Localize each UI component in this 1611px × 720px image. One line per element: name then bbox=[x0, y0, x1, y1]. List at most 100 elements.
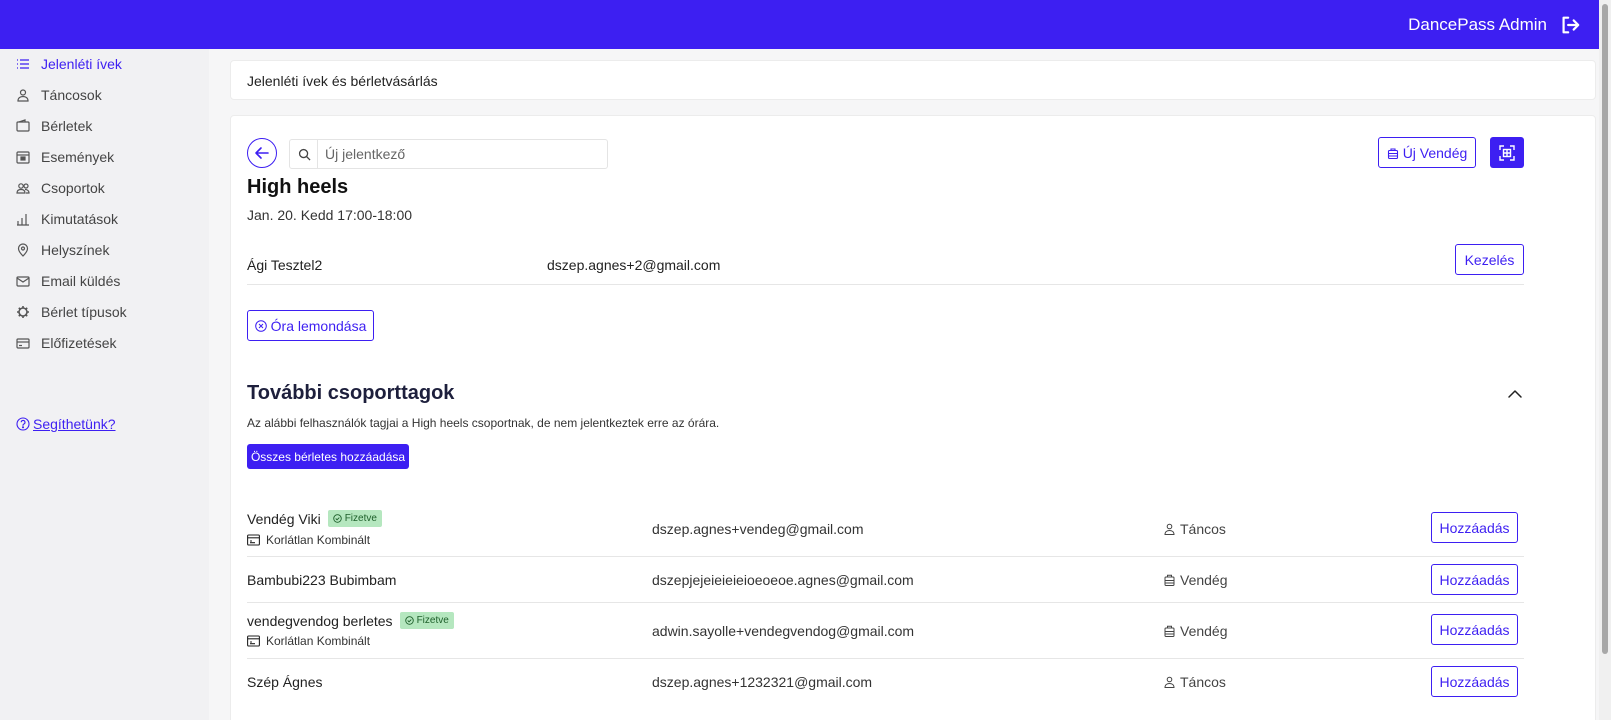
bar-chart-icon bbox=[17, 214, 29, 226]
sidebar-item-locations[interactable]: Helyszínek bbox=[16, 239, 109, 261]
member-pass: Korlátlan Kombinált bbox=[247, 533, 370, 547]
sidebar-item-pass-types[interactable]: Bérlet típusok bbox=[16, 301, 127, 323]
member-name-wrap: vendegvendog berletes Fizetve bbox=[247, 612, 454, 629]
cancel-class-button[interactable]: Óra lemondása bbox=[247, 310, 374, 341]
sidebar-item-email[interactable]: Email küldés bbox=[16, 270, 120, 292]
calendar-event-icon bbox=[16, 151, 30, 164]
attendee-name: Ági Tesztel2 bbox=[247, 257, 323, 273]
section-title: További csoporttagok bbox=[247, 382, 455, 404]
gear-icon bbox=[17, 306, 29, 318]
arrow-left-icon bbox=[255, 147, 269, 159]
class-title: High heels bbox=[247, 176, 349, 198]
user-icon bbox=[1164, 676, 1175, 688]
member-name: Bambubi223 Bubimbam bbox=[247, 572, 397, 588]
check-circle-icon bbox=[404, 616, 414, 625]
sidebar-item-label: Email küldés bbox=[41, 273, 121, 289]
user-icon bbox=[1164, 523, 1175, 535]
member-name: vendegvendog berletes bbox=[247, 612, 393, 629]
qr-scan-button[interactable] bbox=[1490, 137, 1524, 168]
help-link[interactable]: Segíthetünk? bbox=[16, 416, 116, 432]
member-name-wrap: Szép Ágnes bbox=[247, 674, 323, 690]
page-title: Jelenléti ívek és bérletvásárlás bbox=[247, 73, 438, 89]
credit-card-icon bbox=[16, 338, 30, 349]
qr-scan-icon bbox=[1499, 144, 1515, 161]
add-all-pass-holders-button[interactable]: Összes bérletes hozzáadása bbox=[247, 444, 409, 469]
page-scrollbar[interactable] bbox=[1599, 0, 1611, 720]
search-divider bbox=[317, 140, 318, 168]
sidebar-item-passes[interactable]: Bérletek bbox=[16, 115, 92, 137]
member-role-label: Táncos bbox=[1180, 521, 1226, 537]
sidebar-item-label: Előfizetések bbox=[41, 335, 117, 351]
member-role-label: Táncos bbox=[1180, 674, 1226, 690]
member-email: dszepjejeieieieioeoeoe.agnes@gmail.com bbox=[652, 572, 914, 588]
member-name: Vendég Viki bbox=[247, 510, 321, 527]
sidebar-item-label: Kimutatások bbox=[41, 211, 119, 227]
member-role: Vendég bbox=[1164, 623, 1228, 639]
member-pass-name: Korlátlan Kombinált bbox=[266, 634, 371, 648]
member-email: dszep.agnes+vendeg@gmail.com bbox=[652, 521, 864, 537]
search-input[interactable] bbox=[325, 144, 595, 164]
member-name: Szép Ágnes bbox=[247, 674, 323, 690]
logout-icon[interactable] bbox=[1559, 14, 1581, 36]
class-time: Jan. 20. Kedd 17:00-18:00 bbox=[247, 207, 413, 223]
add-member-button[interactable]: Hozzáadás bbox=[1431, 666, 1518, 697]
member-role: Táncos bbox=[1164, 674, 1226, 690]
top-bar: DancePass Admin bbox=[0, 0, 1611, 49]
member-row: vendegvendog berletes Fizetve Korlátlan … bbox=[247, 603, 1524, 659]
add-member-button[interactable]: Hozzáadás bbox=[1431, 564, 1518, 595]
question-circle-icon bbox=[16, 417, 30, 431]
map-pin-icon bbox=[17, 243, 29, 257]
attendee-email: dszep.agnes+2@gmail.com bbox=[547, 257, 721, 273]
member-name-wrap: Bambubi223 Bubimbam bbox=[247, 572, 396, 588]
member-pass-name: Korlátlan Kombinált bbox=[266, 533, 371, 547]
sidebar-item-label: Csoportok bbox=[41, 180, 105, 196]
member-row: Bambubi223 Bubimbam dszepjejeieieieioeoe… bbox=[247, 557, 1524, 603]
manage-button[interactable]: Kezelés bbox=[1455, 244, 1524, 275]
new-guest-label: Új Vendég bbox=[1402, 144, 1468, 161]
sidebar-item-label: Bérlet típusok bbox=[41, 304, 127, 320]
new-guest-button[interactable]: Új Vendég bbox=[1378, 137, 1476, 168]
member-role-label: Vendég bbox=[1180, 623, 1228, 639]
sidebar-item-events[interactable]: Események bbox=[16, 146, 114, 168]
chevron-up-icon[interactable] bbox=[1507, 388, 1523, 400]
bag-icon bbox=[1387, 147, 1398, 159]
member-name-wrap: Vendég Viki Fizetve bbox=[247, 510, 382, 527]
list-icon bbox=[17, 59, 29, 69]
sidebar-item-label: Jelenléti ívek bbox=[41, 56, 122, 72]
sidebar-item-dancers[interactable]: Táncosok bbox=[16, 84, 102, 106]
help-link-label[interactable]: Segíthetünk? bbox=[33, 416, 116, 432]
member-email: dszep.agnes+1232321@gmail.com bbox=[652, 674, 873, 690]
member-row: Szép Ágnes dszep.agnes+1232321@gmail.com… bbox=[247, 659, 1524, 705]
check-circle-icon bbox=[332, 514, 342, 523]
sidebar-item-label: Bérletek bbox=[41, 118, 93, 134]
section-description: Az alábbi felhasználók tagjai a High hee… bbox=[247, 416, 720, 430]
member-pass: Korlátlan Kombinált bbox=[247, 634, 370, 648]
add-member-button[interactable]: Hozzáadás bbox=[1431, 614, 1518, 645]
status-badge-label: Fizetve bbox=[416, 615, 449, 626]
sidebar-item-label: Helyszínek bbox=[41, 242, 110, 258]
mail-icon bbox=[16, 276, 30, 287]
sidebar-item-groups[interactable]: Csoportok bbox=[16, 177, 105, 199]
cancel-class-label: Óra lemondása bbox=[270, 317, 367, 334]
back-button[interactable] bbox=[247, 138, 277, 168]
search-icon bbox=[298, 148, 311, 161]
bag-icon bbox=[1164, 574, 1175, 586]
users-icon bbox=[16, 183, 30, 194]
search-box bbox=[289, 139, 608, 169]
app-title: DancePass Admin bbox=[1408, 15, 1547, 34]
sidebar-item-subscriptions[interactable]: Előfizetések bbox=[16, 332, 116, 354]
attendance-card: Új Vendég High heels Jan. 20. Kedd 17:00… bbox=[230, 115, 1596, 720]
member-role: Táncos bbox=[1164, 521, 1226, 537]
sidebar-item-attendance[interactable]: Jelenléti ívek bbox=[16, 53, 122, 75]
member-email: adwin.sayolle+vendegvendog@gmail.com bbox=[652, 623, 915, 639]
sidebar-item-label: Események bbox=[41, 149, 115, 165]
pass-card-icon bbox=[247, 635, 260, 647]
user-icon bbox=[17, 89, 29, 102]
wallet-icon bbox=[16, 119, 30, 132]
member-row: Vendég Viki Fizetve Korlátlan Kombinált … bbox=[247, 501, 1524, 557]
attendee-row: Ági Tesztel2 dszep.agnes+2@gmail.com Kez… bbox=[247, 241, 1524, 285]
sidebar-item-reports[interactable]: Kimutatások bbox=[16, 208, 118, 230]
add-member-button[interactable]: Hozzáadás bbox=[1431, 512, 1518, 543]
scrollbar-thumb[interactable] bbox=[1602, 4, 1608, 654]
member-role: Vendég bbox=[1164, 572, 1228, 588]
